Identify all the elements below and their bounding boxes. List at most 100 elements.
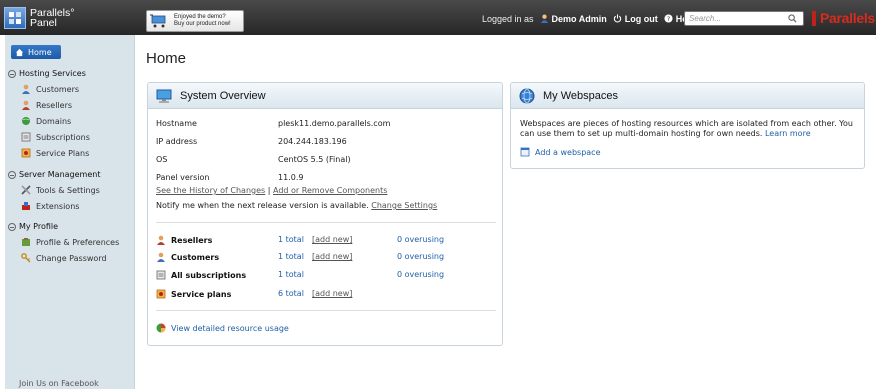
pie-chart-icon <box>156 323 166 333</box>
hostname-value: plesk11.demo.parallels.com <box>278 119 391 128</box>
stat-row-service-plans: Service plans <box>156 288 231 300</box>
page-title: Home <box>146 50 187 67</box>
brand-text: Parallels <box>820 10 875 26</box>
logout-link[interactable]: Log out <box>625 14 658 24</box>
add-webspace-row[interactable]: Add a webspace <box>520 146 601 158</box>
add-customer-link[interactable]: [add new] <box>312 252 352 261</box>
add-webspace-link[interactable]: Add a webspace <box>535 148 601 157</box>
customers-overusing-link[interactable]: 0 overusing <box>397 252 444 261</box>
home-icon <box>15 48 24 56</box>
resource-usage-row[interactable]: View detailed resource usage <box>156 322 289 334</box>
logged-in-label: Logged in as <box>482 14 534 24</box>
domain-globe-icon <box>21 116 31 126</box>
user-bar: Logged in as Demo Admin Log out ? Help <box>482 12 695 26</box>
promo-line1: Enjoyed the demo? <box>174 14 226 20</box>
top-bar: Parallels° Panel Enjoyed the demo? Buy o… <box>0 0 876 35</box>
shopping-cart-icon <box>150 14 166 28</box>
collapse-icon <box>8 69 16 78</box>
link-separator: | <box>267 186 271 195</box>
subscriptions-overusing-link[interactable]: 0 overusing <box>397 270 444 279</box>
service-plan-icon <box>21 148 31 158</box>
promo-line2: Buy our product now! <box>174 21 231 27</box>
history-link[interactable]: See the History of Changes <box>156 186 265 195</box>
stat-row-customers: Customers <box>156 251 219 263</box>
parallels-brand-logo: Parallels <box>812 10 875 26</box>
power-icon <box>613 13 622 25</box>
ip-value: 204.244.183.196 <box>278 137 347 146</box>
brand-bars-icon <box>812 10 816 26</box>
search-placeholder: Search... <box>689 14 722 23</box>
home-label: Home <box>28 47 52 57</box>
subscriptions-total-link[interactable]: 1 total <box>278 270 304 279</box>
customer-icon <box>156 252 166 262</box>
service-plan-icon <box>156 289 166 299</box>
panel-version-value: 11.0.9 <box>278 173 304 182</box>
sidebar-item-resellers[interactable]: Resellers <box>21 100 72 110</box>
sidebar-item-domains[interactable]: Domains <box>21 116 71 126</box>
logo-line2: Panel <box>30 16 57 29</box>
service-plans-total-link[interactable]: 6 total <box>278 289 304 298</box>
system-overview-panel: System Overview Hostname plesk11.demo.pa… <box>147 82 503 346</box>
add-webspace-icon <box>520 147 530 157</box>
sidebar-item-tools-settings[interactable]: Tools & Settings <box>21 185 100 195</box>
sidebar-item-customers[interactable]: Customers <box>21 84 79 94</box>
key-icon <box>21 253 31 263</box>
globe-icon <box>519 88 535 103</box>
os-value: CentOS 5.5 (Final) <box>278 155 351 164</box>
search-input[interactable]: Search... <box>684 11 804 26</box>
change-settings-link[interactable]: Change Settings <box>371 201 437 210</box>
add-service-plan-link[interactable]: [add new] <box>312 289 352 298</box>
parallels-panel-logo[interactable]: Parallels° Panel <box>4 6 74 29</box>
hostname-label: Hostname <box>156 119 197 128</box>
panel-logo-icon <box>4 6 26 29</box>
profile-icon <box>21 237 31 247</box>
monitor-icon <box>156 89 172 103</box>
reseller-icon <box>156 235 166 245</box>
os-label: OS <box>156 155 168 164</box>
svg-text:?: ? <box>667 15 670 22</box>
resource-usage-link[interactable]: View detailed resource usage <box>171 324 289 333</box>
reseller-icon <box>21 100 31 110</box>
subscription-icon <box>156 270 166 280</box>
section-server-management[interactable]: Server Management <box>8 170 100 179</box>
stat-row-subscriptions: All subscriptions <box>156 269 246 281</box>
webspaces-title: My Webspaces <box>543 89 618 102</box>
divider <box>156 310 496 311</box>
sidebar-item-subscriptions[interactable]: Subscriptions <box>21 132 90 142</box>
buy-product-banner[interactable]: Enjoyed the demo? Buy our product now! <box>146 10 244 32</box>
join-facebook-link[interactable]: Join Us on Facebook <box>19 379 99 388</box>
collapse-icon <box>8 170 16 179</box>
learn-more-link[interactable]: Learn more <box>765 129 811 138</box>
webspaces-header: My Webspaces <box>511 83 864 109</box>
components-link[interactable]: Add or Remove Components <box>273 186 387 195</box>
user-name-link[interactable]: Demo Admin <box>552 14 607 24</box>
divider <box>156 222 496 223</box>
sidebar-item-change-password[interactable]: Change Password <box>21 253 107 263</box>
subscription-icon <box>21 132 31 142</box>
sidebar-item-profile-preferences[interactable]: Profile & Preferences <box>21 237 119 247</box>
section-hosting-services[interactable]: Hosting Services <box>8 69 86 78</box>
help-icon: ? <box>664 13 673 25</box>
notify-text: Notify me when the next release version … <box>156 201 369 210</box>
user-icon <box>540 14 549 25</box>
system-overview-header: System Overview <box>148 83 502 109</box>
sidebar: Home Hosting Services Customers Reseller… <box>5 35 135 389</box>
add-reseller-link[interactable]: [add new] <box>312 235 352 244</box>
home-button[interactable]: Home <box>11 45 61 59</box>
ip-label: IP address <box>156 137 198 146</box>
webspaces-panel: My Webspaces Webspaces are pieces of hos… <box>510 82 865 169</box>
customers-total-link[interactable]: 1 total <box>278 252 304 261</box>
system-overview-title: System Overview <box>180 89 266 102</box>
customer-icon <box>21 84 31 94</box>
sidebar-item-service-plans[interactable]: Service Plans <box>21 148 89 158</box>
logo-line1: Parallels° <box>30 6 75 19</box>
resellers-total-link[interactable]: 1 total <box>278 235 304 244</box>
tools-icon <box>21 185 31 195</box>
sidebar-item-extensions[interactable]: Extensions <box>21 201 79 211</box>
extensions-icon <box>21 201 31 211</box>
panel-version-label: Panel version <box>156 173 210 182</box>
search-icon[interactable] <box>788 14 797 23</box>
collapse-icon <box>8 222 16 231</box>
resellers-overusing-link[interactable]: 0 overusing <box>397 235 444 244</box>
section-my-profile[interactable]: My Profile <box>8 222 58 231</box>
